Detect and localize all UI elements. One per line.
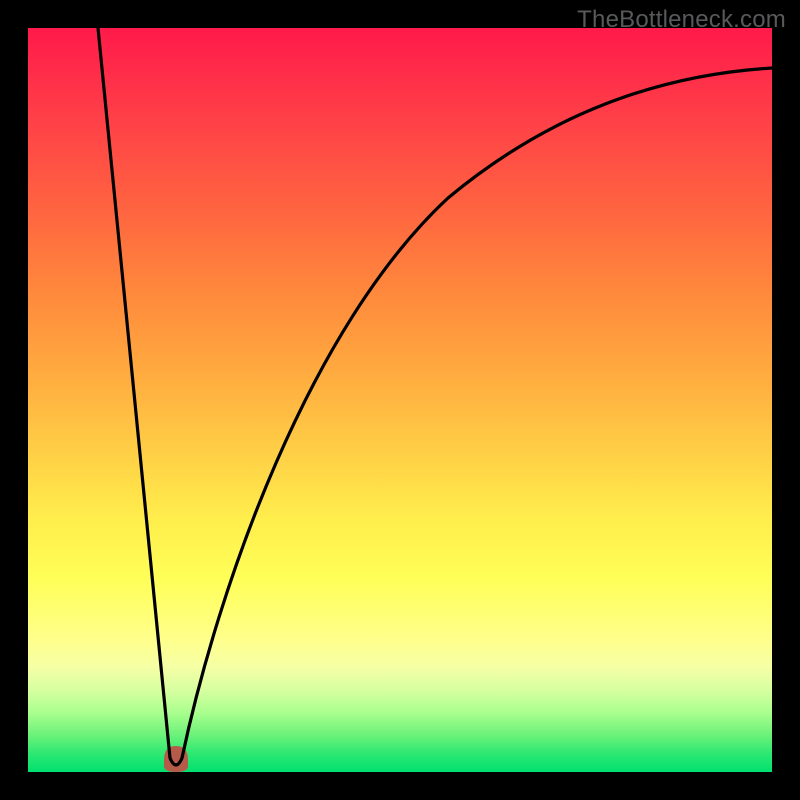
plot-frame [28, 28, 772, 772]
bottleneck-curve [28, 28, 772, 772]
bottleneck-chart: TheBottleneck.com [0, 0, 800, 800]
